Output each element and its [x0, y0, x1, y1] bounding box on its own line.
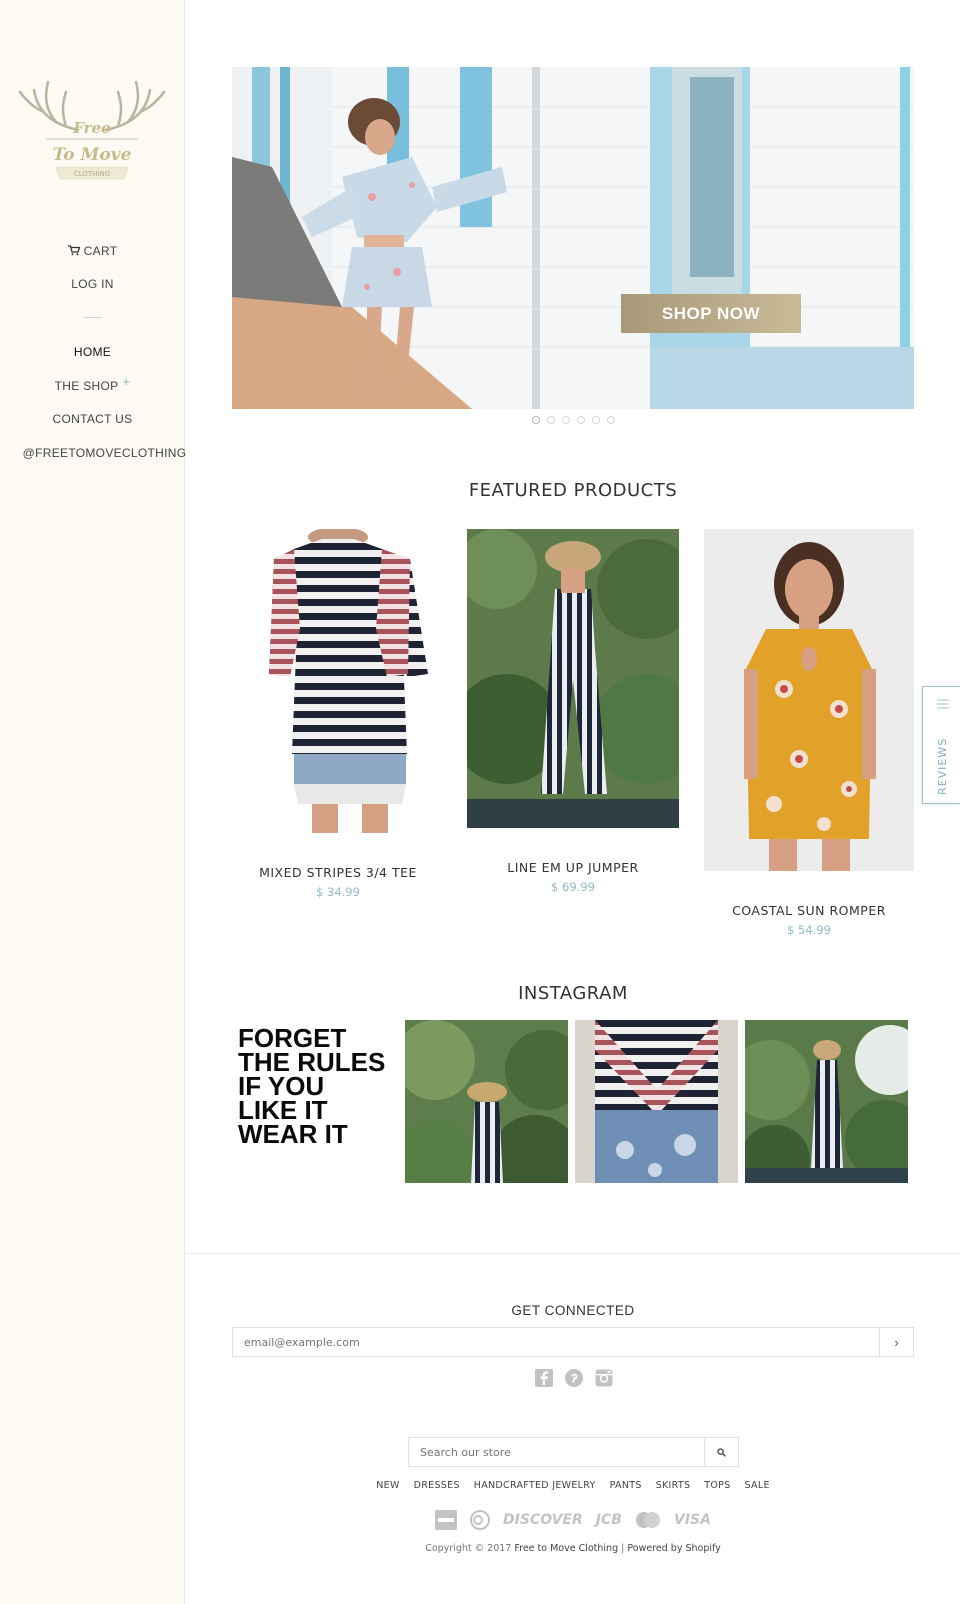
svg-text:CLOTHING: CLOTHING [74, 170, 110, 178]
nav-contact-us[interactable]: CONTACT US [0, 412, 185, 426]
slide-dot[interactable] [532, 416, 540, 424]
facebook-icon[interactable] [534, 1368, 554, 1388]
copyright-text: Copyright © 2017 [425, 1543, 512, 1554]
cart-icon [67, 245, 81, 259]
slide-dot[interactable] [562, 416, 570, 424]
expand-plus-icon[interactable]: + [122, 374, 130, 389]
product-name[interactable]: COASTAL SUN ROMPER [704, 903, 914, 918]
powered-by-shopify-link[interactable]: Powered by Shopify [627, 1543, 720, 1554]
instagram-quote: FORGET THE RULES IF YOU LIKE IT WEAR IT [232, 1020, 395, 1183]
copyright-separator: | [621, 1543, 625, 1554]
slideshow-dots [532, 416, 615, 424]
store-logo[interactable]: Free To Move CLOTHING [16, 70, 168, 200]
sidebar-divider [84, 317, 102, 318]
product-price: $ 69.99 [551, 880, 595, 894]
reviews-side-tab[interactable]: REVIEWS [922, 686, 960, 804]
footer-link-sale[interactable]: SALE [745, 1480, 770, 1491]
discover-icon: DISCOVER [503, 1512, 583, 1528]
featured-products-title: FEATURED PRODUCTS [468, 480, 678, 501]
slide-dot[interactable] [607, 416, 615, 424]
hero-slide-image[interactable]: SHOP NOW [232, 67, 914, 409]
instagram-post[interactable] [405, 1020, 568, 1183]
footer-link-tops[interactable]: TOPS [704, 1480, 730, 1491]
jcb-icon: JCB [595, 1512, 622, 1528]
svg-text:Free: Free [72, 119, 110, 137]
login-link[interactable]: LOG IN [0, 277, 185, 291]
search-input[interactable] [409, 1438, 704, 1466]
product-name[interactable]: MIXED STRIPES 3/4 TEE [232, 865, 444, 880]
nav-instagram-handle[interactable]: @FREETOMOVECLOTHING [12, 446, 197, 460]
instagram-post[interactable]: FORGET THE RULES IF YOU LIKE IT WEAR IT [232, 1020, 395, 1183]
nav-home[interactable]: HOME [0, 345, 185, 359]
reviews-tab-label: REVIEWS [936, 738, 949, 795]
visa-icon: VISA [673, 1512, 711, 1528]
slide-dot[interactable] [577, 416, 585, 424]
instagram-post[interactable] [575, 1020, 738, 1183]
product-price: $ 34.99 [316, 885, 360, 899]
footer-link-new[interactable]: NEW [376, 1480, 399, 1491]
instagram-icon[interactable] [594, 1368, 614, 1388]
footer-link-skirts[interactable]: SKIRTS [656, 1480, 691, 1491]
shop-now-button[interactable]: SHOP NOW [621, 294, 801, 333]
copyright: Copyright © 2017 Free to Move Clothing |… [232, 1543, 914, 1554]
footer-link-dresses[interactable]: DRESSES [414, 1480, 460, 1491]
search-icon [717, 1447, 726, 1457]
email-input[interactable] [233, 1328, 879, 1356]
newsletter-submit-button[interactable]: › [879, 1328, 913, 1356]
pinterest-icon[interactable] [564, 1368, 584, 1388]
get-connected-title: GET CONNECTED [511, 1303, 635, 1318]
store-name-link[interactable]: Free to Move Clothing [514, 1543, 618, 1554]
footer-link-pants[interactable]: PANTS [610, 1480, 642, 1491]
product-image-mixed-stripes-tee[interactable] [232, 529, 444, 833]
cart-label: CART [83, 244, 118, 258]
instagram-post[interactable] [745, 1020, 908, 1183]
footer-link-handcrafted-jewelry[interactable]: HANDCRAFTED JEWELRY [474, 1480, 596, 1491]
instagram-title: INSTAGRAM [518, 983, 628, 1004]
footer-divider [186, 1253, 960, 1254]
product-image-coastal-sun-romper[interactable] [704, 529, 914, 871]
search-form [408, 1437, 739, 1467]
svg-text:REVIEWS: REVIEWS [936, 738, 949, 795]
newsletter-form: › [232, 1327, 914, 1357]
mastercard-icon [635, 1512, 660, 1528]
product-image-line-em-up-jumper[interactable] [467, 529, 679, 828]
slide-dot[interactable] [592, 416, 600, 424]
menu-lines-icon [937, 699, 949, 709]
product-name[interactable]: LINE EM UP JUMPER [467, 860, 679, 875]
svg-text:To Move: To Move [53, 145, 132, 165]
footer-nav: NEW DRESSES HANDCRAFTED JEWELRY PANTS SK… [232, 1480, 914, 1491]
quote-line: WEAR IT [238, 1119, 348, 1149]
product-price: $ 54.99 [787, 923, 831, 937]
diners-club-icon [470, 1510, 491, 1530]
slide-dot[interactable] [547, 416, 555, 424]
payment-icons: DISCOVER JCB VISA [232, 1510, 914, 1530]
cart-link[interactable]: CART [0, 244, 185, 259]
nav-the-shop-label: THE SHOP [54, 379, 119, 393]
nav-the-shop[interactable]: THE SHOP + [0, 374, 185, 393]
sidebar: Free To Move CLOTHING CART LOG IN HOME T… [0, 0, 186, 1604]
amex-icon [435, 1510, 458, 1530]
search-button[interactable] [704, 1438, 738, 1466]
